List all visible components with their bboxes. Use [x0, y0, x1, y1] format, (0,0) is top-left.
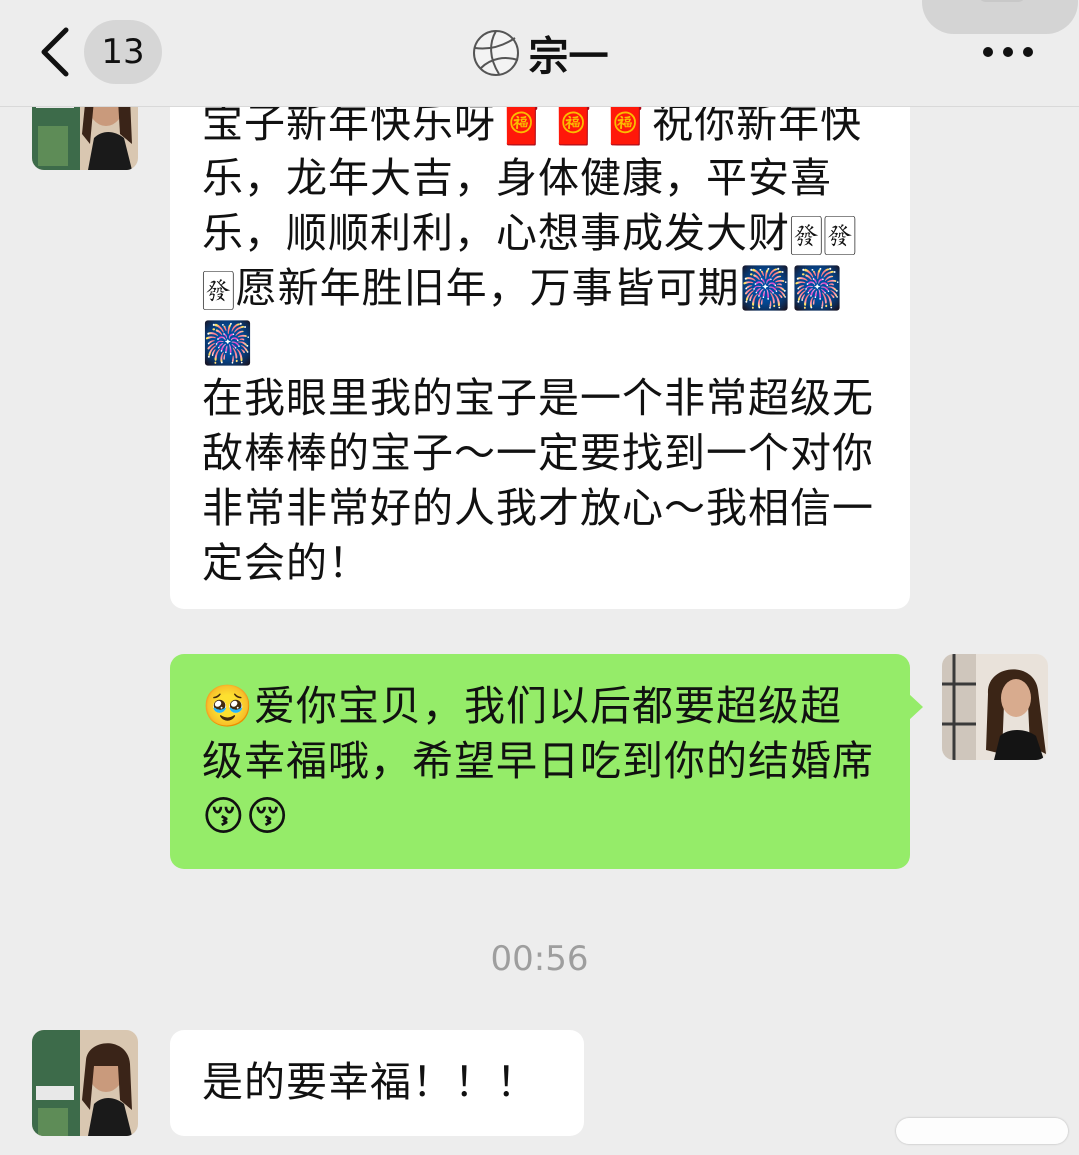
contact-avatar[interactable]	[32, 1030, 138, 1136]
message-timestamp: 00:56	[490, 939, 589, 979]
more-dots-icon	[983, 47, 1033, 57]
more-options-button[interactable]	[978, 30, 1038, 74]
volleyball-icon	[472, 30, 519, 76]
outgoing-bubble-tail	[909, 694, 923, 720]
chat-title-area: 宗一	[0, 24, 1079, 82]
message-text: 🥹爱你宝贝，我们以后都要超级超级幸福哦，希望早日吃到你的结婚席😚😚	[202, 682, 874, 840]
home-indicator[interactable]	[896, 1118, 1068, 1144]
my-avatar[interactable]	[942, 654, 1048, 760]
incoming-message-bubble[interactable]: 宝子新年快乐呀🧧🧧🧧祝你新年快乐，龙年大吉，身体健康，平安喜乐，顺顺利利，心想事…	[170, 40, 910, 609]
chat-title: 宗一	[528, 34, 609, 80]
floating-window-handle	[978, 0, 1026, 2]
my-avatar-image	[942, 654, 1048, 760]
message-text: 宝子新年快乐呀🧧🧧🧧祝你新年快乐，龙年大吉，身体健康，平安喜乐，顺顺利利，心想事…	[202, 99, 874, 587]
incoming-message-bubble[interactable]: 是的要幸福！！！	[170, 1030, 584, 1136]
contact-avatar-image	[32, 1030, 138, 1136]
message-text: 是的要幸福！！！	[202, 1058, 538, 1106]
chat-header: 13 宗一	[0, 0, 1079, 107]
floating-window-pill[interactable]	[922, 0, 1078, 34]
outgoing-message-bubble[interactable]: 🥹爱你宝贝，我们以后都要超级超级幸福哦，希望早日吃到你的结婚席😚😚	[170, 654, 910, 869]
